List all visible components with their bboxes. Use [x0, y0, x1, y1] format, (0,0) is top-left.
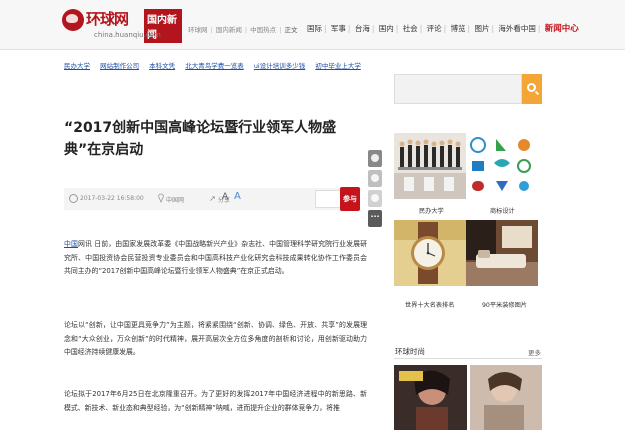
nav-item-domestic[interactable]: 国内 [377, 24, 396, 33]
sponsored-link[interactable]: 初中毕业上大学 [315, 62, 361, 70]
section-title: 环球时尚 [395, 347, 425, 356]
thumb-caption[interactable]: 90平米装修图片 [482, 300, 527, 309]
clock-icon [69, 194, 78, 203]
font-increase-button[interactable]: A [234, 191, 241, 202]
thumb-caption[interactable]: 世界十大名表排名 [405, 300, 455, 309]
article-paragraph: 论坛拟于2017年6月25日在北京隆重召开。为了更好的发挥2017年中国经济进程… [64, 390, 367, 412]
thumb-logo-design[interactable] [466, 133, 538, 199]
nav-item-expo[interactable]: 博览 [449, 24, 468, 33]
site-header: 环球网 国内新闻 china.huanqiu.com 环球网 | 国内新闻 | … [0, 0, 625, 50]
weibo-share-icon[interactable] [368, 150, 382, 167]
meta-blank-box [315, 190, 341, 208]
logo-text: 环球网 [86, 10, 129, 28]
search-icon [527, 83, 536, 92]
share-sidebar: ··· [368, 150, 382, 230]
share-icon[interactable]: ↗ [209, 194, 216, 203]
search-input[interactable] [394, 74, 522, 104]
sponsored-link[interactable]: 北大青鸟学费一览表 [185, 62, 244, 70]
participate-button[interactable]: 参与 [340, 187, 360, 211]
logo-domain: china.huanqiu.com [94, 31, 161, 39]
thumb-caption[interactable]: 商标设计 [490, 206, 515, 215]
publish-time: 2017-03-22 16:58:00 [80, 195, 144, 202]
thumb-interior[interactable] [466, 220, 538, 286]
globe-icon [62, 9, 84, 31]
interior-photo [466, 220, 538, 286]
fashion-thumb[interactable] [394, 365, 467, 430]
qzone-share-icon[interactable] [368, 190, 382, 207]
more-share-icon[interactable]: ··· [368, 210, 382, 227]
article-meta-bar: 2017-03-22 16:58:00 中国网 ↗ 分享 A A [64, 188, 360, 210]
thumb-watches[interactable] [394, 220, 466, 286]
breadcrumb: 环球网 | 国内新闻 | 中国热点 | 正文 [188, 26, 298, 34]
thumb-caption[interactable]: 民办大学 [419, 206, 444, 215]
article-paragraph: 论坛以“创新，让中国更具竞争力”为主题，将紧紧围绕“创新、协调、绿色、开放、共享… [64, 321, 367, 356]
nav-item-overseas[interactable]: 海外看中国 [496, 24, 538, 33]
sponsored-link[interactable]: 网站制作公司 [100, 62, 139, 70]
wechat-share-icon[interactable] [368, 170, 382, 187]
more-link[interactable]: 更多 [528, 347, 541, 357]
nav-item-taiwan[interactable]: 台海 [353, 24, 372, 33]
top-nav: 国际 | 军事 | 台海 | 国内 | 社会 | 评论 | 博览 | 图片 | 海外看中国 | 新… [305, 24, 581, 34]
fashion-photo [470, 365, 542, 430]
font-decrease-button[interactable]: A [222, 192, 228, 202]
fashion-thumb[interactable] [470, 365, 542, 430]
breadcrumb-home[interactable]: 环球网 [188, 26, 208, 34]
breadcrumb-current: 正文 [284, 26, 298, 34]
site-logo[interactable]: 环球网 国内新闻 china.huanqiu.com [62, 7, 182, 43]
fashion-section-header: 环球时尚 更多 [394, 343, 542, 359]
logo-grid [466, 133, 538, 199]
article-paragraph: 中国网讯 日前，由国家发展改革委《中国战略新兴产业》杂志社、中国管理科学研究院行… [64, 240, 368, 275]
nav-item-opinion[interactable]: 评论 [425, 24, 444, 33]
source-icon [158, 193, 164, 203]
article-title: “2017创新中国高峰论坛暨行业领军人物盛典”在京启动 [64, 120, 337, 158]
nav-item-society[interactable]: 社会 [401, 24, 420, 33]
nav-item-news-center[interactable]: 新闻中心 [543, 24, 581, 34]
sponsored-links: 民办大学 网站制作公司 本科文凭 北大青鸟学费一览表 ui设计培训多少钱 初中毕… [64, 60, 361, 70]
breadcrumb-hot[interactable]: 中国热点 [250, 26, 276, 34]
sponsored-link[interactable]: 本科文凭 [149, 62, 175, 70]
nav-item-international[interactable]: 国际 [305, 24, 324, 33]
search-button[interactable] [522, 74, 542, 104]
nav-item-military[interactable]: 军事 [329, 24, 348, 33]
sponsored-link[interactable]: ui设计培训多少钱 [254, 62, 305, 70]
breadcrumb-domestic[interactable]: 国内新闻 [216, 26, 242, 34]
classroom-photo [394, 133, 466, 199]
article-source[interactable]: 中国网 [166, 195, 184, 204]
fashion-photo [394, 365, 467, 430]
nav-item-pictures[interactable]: 图片 [472, 24, 491, 33]
thumb-private-university[interactable] [394, 133, 466, 199]
watch-photo [394, 220, 466, 286]
sponsored-link[interactable]: 民办大学 [64, 62, 90, 70]
keyword-link[interactable]: 中国 [64, 240, 78, 248]
